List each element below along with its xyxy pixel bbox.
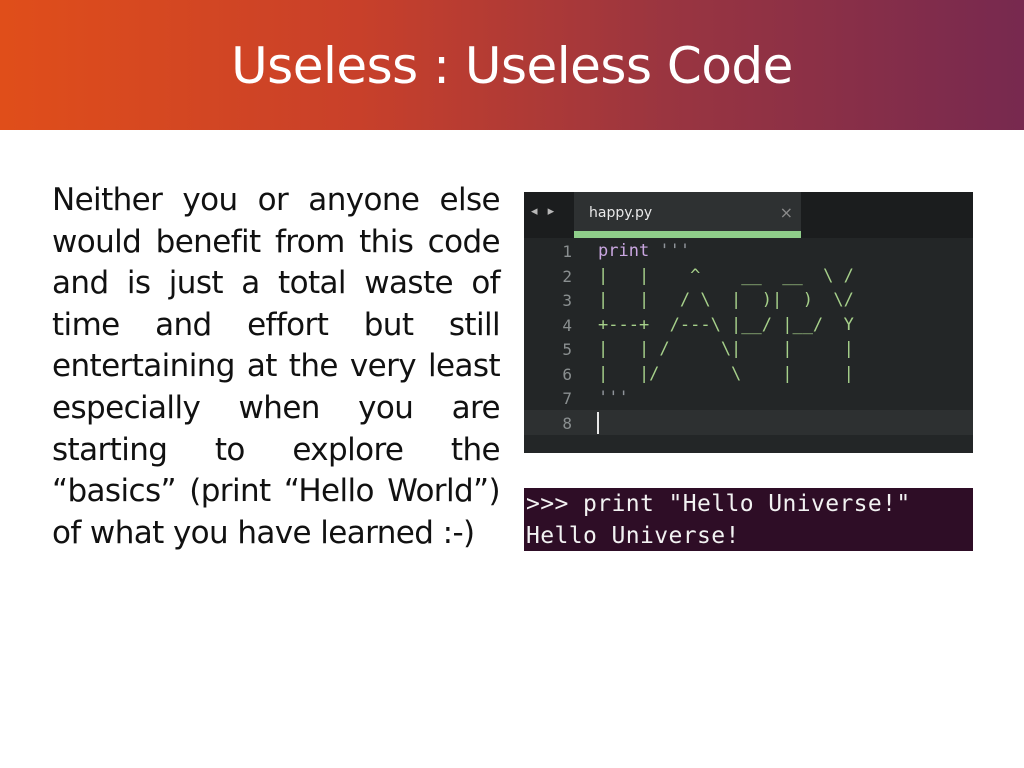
code-editor-screenshot: ◂ ▸ happy.py × 1 2 3 4 5 6 7 8 print '''… [524, 192, 973, 453]
code-line-1[interactable]: print ''' [598, 239, 690, 264]
print-keyword: print [598, 241, 650, 261]
code-line-5[interactable]: | | / \| | | [598, 337, 854, 362]
code-line-6[interactable]: | |/ \ | | [598, 362, 854, 387]
current-line-highlight [524, 410, 973, 435]
code-line-7[interactable]: ''' [598, 386, 629, 411]
tab-happy-py[interactable]: happy.py × [574, 192, 801, 238]
code-line-3[interactable]: | | / \ | )| ) \/ [598, 288, 854, 313]
line-number: 4 [562, 316, 572, 335]
line-number: 6 [562, 365, 572, 384]
tab-label: happy.py [589, 205, 653, 221]
code-line-2[interactable]: | | ^ __ __ \ / [598, 264, 854, 289]
line-number: 7 [562, 389, 572, 408]
line-number: 2 [562, 267, 572, 286]
line-number: 1 [562, 242, 572, 261]
triple-quote-open: ''' [649, 241, 691, 261]
close-icon[interactable]: × [780, 203, 793, 222]
text-cursor [597, 412, 599, 434]
terminal-screenshot: >>> print "Hello Universe!" Hello Univer… [524, 488, 973, 551]
editor-tab-bar: ◂ ▸ happy.py × [524, 192, 973, 238]
line-number: 5 [562, 340, 572, 359]
title-banner: Useless : Useless Code [0, 0, 1024, 130]
code-line-4[interactable]: +---+ /---\ |__/ |__/ Y [598, 313, 854, 338]
active-tab-indicator [574, 231, 801, 238]
terminal-output: Hello Universe! [526, 523, 740, 549]
line-number-gutter: 1 2 3 4 5 6 7 8 [524, 238, 586, 453]
tab-nav-arrows-icon[interactable]: ◂ ▸ [531, 204, 557, 219]
slide-title: Useless : Useless Code [231, 37, 793, 95]
terminal-command: >>> print "Hello Universe!" [526, 491, 911, 517]
line-number: 3 [562, 291, 572, 310]
line-number: 8 [562, 414, 572, 433]
slide-body-text: Neither you or anyone else would benefit… [52, 182, 501, 551]
